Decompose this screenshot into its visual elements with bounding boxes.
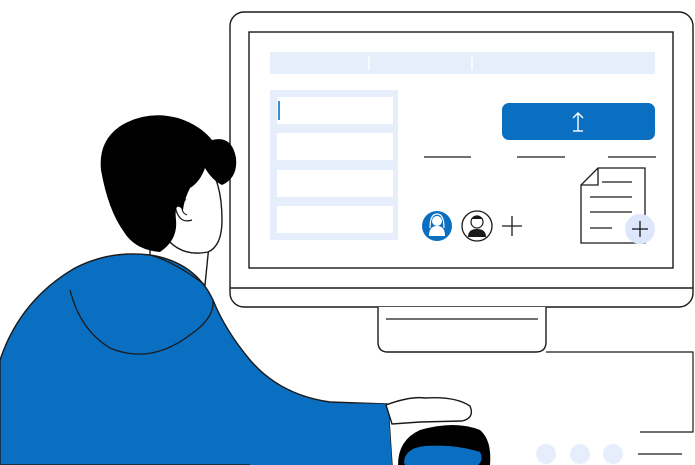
pagination-dot[interactable] <box>536 444 556 464</box>
form-field[interactable] <box>277 206 393 233</box>
person-hand <box>385 396 473 425</box>
pagination-dot[interactable] <box>603 444 623 464</box>
document-add-icon[interactable] <box>625 214 655 244</box>
sleeve <box>240 402 392 465</box>
screen-nav-bar[interactable] <box>270 52 655 74</box>
mouse-icon[interactable] <box>398 425 491 465</box>
monitor-stand <box>377 307 547 353</box>
female-avatar-icon[interactable] <box>422 211 452 241</box>
form-field[interactable] <box>277 133 393 160</box>
pagination-dot[interactable] <box>570 444 590 464</box>
form-field[interactable] <box>277 170 393 197</box>
form-field[interactable] <box>277 97 393 124</box>
desk-line <box>546 351 694 433</box>
illustration-scene <box>0 0 695 465</box>
pagination-dots <box>536 444 682 464</box>
male-avatar-icon[interactable] <box>461 210 493 242</box>
